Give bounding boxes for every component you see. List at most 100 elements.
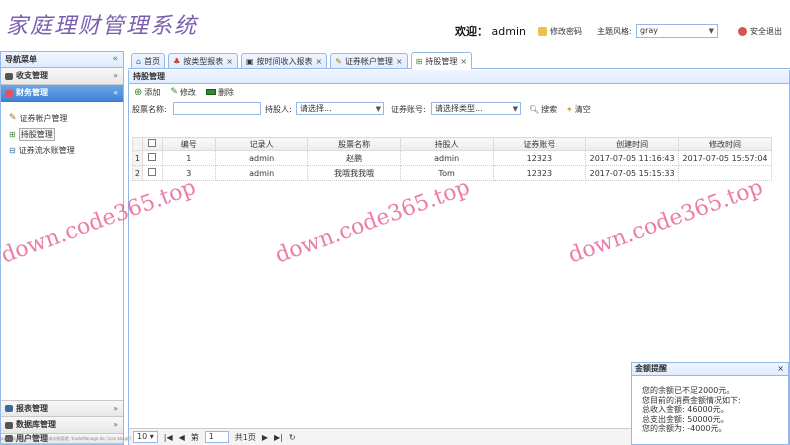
tree-item-label: 证券流水账管理 <box>18 145 75 155</box>
nav-section-label: 财务管理 <box>16 88 48 97</box>
column-header[interactable]: 证券账号 <box>492 137 587 151</box>
holder-label: 持股人: <box>265 105 292 114</box>
notice-header: 金额提醒 × <box>632 363 788 376</box>
holder-select[interactable]: 请选择... ▼ <box>296 102 384 115</box>
power-icon <box>738 27 747 36</box>
stock-name-input[interactable] <box>173 102 261 115</box>
theme-select[interactable]: gray ▼ <box>636 24 718 38</box>
welcome-label: 欢迎： <box>455 25 488 38</box>
broom-icon: ✦ <box>566 105 573 114</box>
cell-holder: admin <box>399 150 494 166</box>
nav-section-database[interactable]: 数据库管理 » <box>1 417 123 434</box>
tab-time-income-report[interactable]: ▣ 按时间收入报表 × <box>240 53 328 68</box>
nav-title-text: 导航菜单 <box>5 55 37 64</box>
chevron-down-icon: ▼ <box>375 105 381 113</box>
grid-icon: ⊟ <box>9 145 16 155</box>
nav-section-label: 报表管理 <box>16 403 48 413</box>
edit-button[interactable]: ✎ 修改 <box>170 87 196 98</box>
last-page-icon[interactable]: ▶| <box>274 433 283 442</box>
column-header[interactable]: 创建时间 <box>585 137 680 151</box>
close-icon[interactable]: × <box>396 57 403 66</box>
column-header[interactable]: 股票名称 <box>307 137 401 151</box>
home-icon: ⌂ <box>136 56 142 66</box>
page-size-select[interactable]: 10 ▾ <box>133 431 158 443</box>
cell-holder: Tom <box>399 165 494 181</box>
username: admin <box>491 25 526 38</box>
column-header[interactable]: 持股人 <box>399 137 494 151</box>
tree-item-securities-account[interactable]: ✎ 证券帐户管理 <box>9 110 123 126</box>
close-icon[interactable]: × <box>460 57 467 66</box>
finance-icon <box>5 89 13 97</box>
cell-account: 12323 <box>492 165 587 181</box>
tab-home[interactable]: ⌂ 首页 <box>131 53 166 68</box>
row-checkbox[interactable] <box>148 153 157 161</box>
next-page-icon[interactable]: ▶ <box>262 433 268 442</box>
first-page-icon[interactable]: |◀ <box>164 433 173 442</box>
close-icon[interactable]: × <box>226 57 233 66</box>
close-icon[interactable]: × <box>316 57 323 66</box>
welcome-text: 欢迎： admin <box>455 23 526 39</box>
pencil-icon: ✎ <box>170 87 178 97</box>
column-header[interactable]: 编号 <box>161 137 216 151</box>
nav-title: 导航菜单 « <box>1 52 123 68</box>
app-root: 家庭理财管理系统 欢迎： admin 修改密码 主题风格: gray ▼ 安全退… <box>0 0 790 445</box>
tab-label: 持股管理 <box>425 56 458 66</box>
tree-item-trade-journal[interactable]: ⊟ 证券流水账管理 <box>9 142 123 158</box>
collapse-icon[interactable]: « <box>113 85 118 101</box>
tree-item-label: 持股管理 <box>18 127 55 141</box>
cell-recorder: admin <box>214 165 309 181</box>
tab-securities-account[interactable]: ✎ 证券帐户管理 × <box>330 53 408 68</box>
row-checkbox[interactable] <box>148 168 157 176</box>
cell-id: 3 <box>161 165 216 181</box>
row-number: 2 <box>132 165 143 181</box>
key-icon <box>538 27 547 36</box>
change-password-link[interactable]: 修改密码 <box>538 26 582 37</box>
column-header[interactable]: 修改时间 <box>678 137 772 151</box>
close-icon[interactable]: × <box>777 363 784 375</box>
database-icon <box>5 421 13 429</box>
account-label: 证券账号: <box>391 105 426 114</box>
logout-link[interactable]: 安全退出 <box>738 26 782 37</box>
tab-label: 首页 <box>144 56 161 66</box>
theme-label-text: 主题风格: <box>597 27 632 36</box>
expand-icon[interactable]: » <box>113 68 118 84</box>
add-button[interactable]: ⊕ 添加 <box>134 87 160 98</box>
cell-recorder: admin <box>214 150 309 166</box>
select-all-checkbox[interactable] <box>148 139 157 147</box>
clear-label: 清空 <box>574 105 591 114</box>
notice-body: 您的余额已不足2000元。 您目前的消费金额情况如下: 总收入金额: 46000… <box>632 376 788 434</box>
notice-line: 您的余额已不足2000元。 <box>642 386 735 395</box>
tree-item-holdings[interactable]: ⊞ 持股管理 <box>9 126 123 142</box>
cell-created: 2017-07-05 11:16:43 <box>585 150 680 166</box>
row-select-cell <box>141 150 163 166</box>
nav-section-reports[interactable]: 报表管理 » <box>1 400 123 417</box>
collapse-left-icon[interactable]: « <box>112 52 118 67</box>
tab-label: 证券帐户管理 <box>344 56 393 66</box>
expand-icon[interactable]: » <box>113 417 118 433</box>
tree-item-label: 证券帐户管理 <box>19 113 68 123</box>
table-row[interactable]: 1 1 admin 赵鹏 admin 12323 2017-07-05 11:1… <box>132 150 772 166</box>
delete-label: 删除 <box>217 87 234 97</box>
tab-label: 按类型报表 <box>183 56 224 66</box>
nav-section-finance[interactable]: 财务管理 « <box>1 85 123 102</box>
search-bar: 股票名称: 持股人: 请选择... ▼ 证券账号: 请选择类型... ▼ 🔍︎ … <box>129 100 789 118</box>
refresh-icon[interactable]: ↻ <box>289 433 296 442</box>
expand-icon[interactable]: » <box>113 401 118 417</box>
hierarchy-icon: ♣ <box>173 56 181 66</box>
balance-notice-popup: 金额提醒 × 您的余额已不足2000元。 您目前的消费金额情况如下: 总收入金额… <box>631 362 789 445</box>
clear-button[interactable]: ✦ 清空 <box>566 104 591 115</box>
prev-page-icon[interactable]: ◀ <box>179 433 185 442</box>
page-input[interactable]: 1 <box>204 431 229 443</box>
nav-section-income[interactable]: 收支管理 » <box>1 68 123 85</box>
table-row[interactable]: 2 3 admin 我哦我我哦 Tom 12323 2017-07-05 15:… <box>132 165 772 181</box>
column-header[interactable]: 记录人 <box>214 137 309 151</box>
row-number: 1 <box>132 150 143 166</box>
delete-button[interactable]: 删除 <box>205 87 234 98</box>
cell-account: 12323 <box>492 150 587 166</box>
account-select[interactable]: 请选择类型... ▼ <box>431 102 521 115</box>
tab-type-report[interactable]: ♣ 按类型报表 × <box>168 53 238 68</box>
stock-name-label: 股票名称: <box>132 105 167 114</box>
table-header-row: 编号 记录人 股票名称 持股人 证券账号 创建时间 修改时间 <box>132 137 772 151</box>
tab-holdings[interactable]: ⊞ 持股管理 × <box>410 52 473 69</box>
search-button[interactable]: 🔍︎ 搜索 <box>529 104 557 115</box>
